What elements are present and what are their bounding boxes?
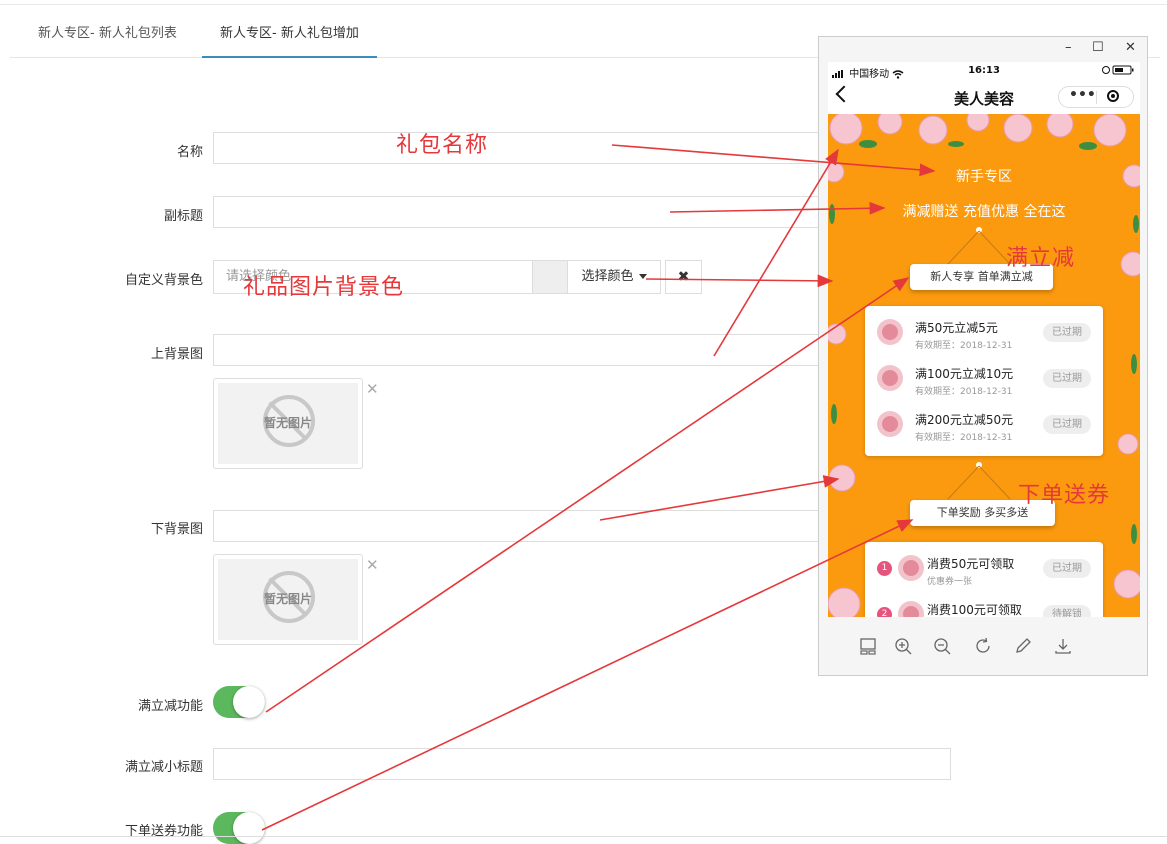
no-image-text: 暂无图片 — [263, 592, 312, 606]
coupon-item: 满200元立减50元 有效期至：2018-12-31 已过期 — [865, 402, 1103, 448]
coupon-expiry: 有效期至：2018-12-31 — [915, 341, 1013, 351]
download-icon[interactable] — [1054, 637, 1072, 655]
close-miniprogram-icon[interactable] — [1107, 90, 1119, 102]
full-reduce-subtitle-input[interactable] — [213, 748, 951, 780]
coupon-status-button[interactable]: 已过期 — [1043, 323, 1091, 342]
battery-icon — [1102, 65, 1134, 76]
toggle-knob — [233, 812, 265, 844]
color-swatch — [533, 260, 567, 294]
remove-bottom-bg-button[interactable]: ✕ — [366, 556, 379, 574]
coupon-icon — [877, 411, 903, 437]
toggle-knob — [233, 686, 265, 718]
order-coupon-toggle[interactable] — [213, 812, 265, 844]
coupon-title: 满200元立减50元 — [915, 413, 1014, 427]
thumb-placeholder: 暂无图片 — [218, 559, 358, 640]
coupon-item: 满50元立减5元 有效期至：2018-12-31 已过期 — [865, 310, 1103, 356]
phone-nav-bar: 美人美容 ••• — [828, 80, 1140, 114]
order-coupon-item: 1 消费50元可领取 优惠券一张 已过期 — [865, 546, 1103, 592]
full-reduce-subtitle-label: 满立减小标题 — [124, 760, 203, 775]
top-bg-label: 上背景图 — [150, 347, 203, 362]
coupon-status-button[interactable]: 已过期 — [1043, 415, 1091, 434]
coupon-icon — [898, 601, 924, 617]
no-image-text: 暂无图片 — [263, 416, 312, 430]
sign-string — [947, 462, 1011, 500]
coupon-index: 2 — [877, 607, 892, 617]
coupon-title: 消费50元可领取 — [927, 557, 1015, 571]
coupon-title: 满100元立减10元 — [915, 367, 1014, 381]
phone-heading: 新手专区 — [956, 169, 1012, 185]
coupon-icon — [877, 319, 903, 345]
coupon-expiry: 有效期至：2018-12-31 — [915, 387, 1013, 397]
order-coupon-card: 1 消费50元可领取 优惠券一张 已过期 2 消费100元可领取 待解锁 — [865, 542, 1103, 617]
coupon-item: 满100元立减10元 有效期至：2018-12-31 已过期 — [865, 356, 1103, 402]
bottom-bg-thumbnail: 暂无图片 — [213, 554, 363, 645]
fit-window-icon[interactable] — [859, 637, 877, 655]
coupon-title: 满50元立减5元 — [915, 321, 998, 335]
window-titlebar: – ☐ ✕ — [819, 37, 1147, 61]
thumb-placeholder: 暂无图片 — [218, 383, 358, 464]
coupon-icon — [877, 365, 903, 391]
bgcolor-label: 自定义背景色 — [124, 273, 203, 288]
order-coupon-item: 2 消费100元可领取 待解锁 — [865, 592, 1103, 617]
annotation-order-coupon: 下单送券 — [1018, 483, 1111, 508]
more-icon[interactable]: ••• — [1069, 87, 1096, 103]
bottom-bg-label: 下背景图 — [150, 522, 203, 537]
annotation-gift-name: 礼包名称 — [396, 133, 489, 158]
zoom-out-icon[interactable] — [933, 637, 951, 655]
coupon-status-button[interactable]: 已过期 — [1043, 369, 1091, 388]
maximize-icon[interactable]: ☐ — [1092, 40, 1104, 55]
rotate-icon[interactable] — [974, 637, 992, 655]
coupon-index: 1 — [877, 561, 892, 576]
coupon-status-button[interactable]: 待解锁 — [1043, 605, 1091, 617]
coupon-desc: 优惠券一张 — [927, 577, 973, 587]
close-icon[interactable]: ✕ — [1125, 40, 1136, 55]
full-reduce-label: 满立减功能 — [137, 699, 203, 714]
clear-color-button[interactable]: ✖ — [665, 260, 702, 294]
coupon-card: 满50元立减5元 有效期至：2018-12-31 已过期 满100元立减10元 … — [865, 306, 1103, 456]
annotation-gift-bgcolor: 礼品图片背景色 — [243, 275, 405, 300]
remove-top-bg-button[interactable]: ✕ — [366, 380, 379, 398]
pick-color-label: 选择颜色 — [581, 269, 634, 284]
phone-preview-window: – ☐ ✕ 中国移动 16:13 美人美容 ••• 新手专区 满减赠送 充值优惠… — [818, 36, 1148, 676]
bottom-divider — [0, 836, 1167, 837]
top-bg-thumbnail: 暂无图片 — [213, 378, 363, 469]
preview-toolbar — [828, 617, 1140, 675]
coupon-expiry: 有效期至：2018-12-31 — [915, 433, 1013, 443]
phone-status-bar: 中国移动 16:13 — [828, 62, 1140, 80]
status-time: 16:13 — [968, 65, 1000, 76]
tab-gift-list[interactable]: 新人专区- 新人礼包列表 — [20, 14, 195, 56]
minimize-icon[interactable]: – — [1065, 40, 1072, 55]
full-reduce-toggle[interactable] — [213, 686, 265, 718]
miniprogram-capsule: ••• — [1058, 86, 1134, 108]
phone-screen: 新手专区 满减赠送 充值优惠 全在这 新人专享 首单满立减 满50元立减5元 有… — [828, 114, 1140, 617]
capsule-divider — [1096, 91, 1097, 104]
phone-subheading: 满减赠送 充值优惠 全在这 — [902, 204, 1066, 220]
coupon-title: 消费100元可领取 — [927, 603, 1022, 617]
annotation-full-reduce: 满立减 — [1006, 246, 1076, 271]
subtitle-label: 副标题 — [163, 209, 203, 224]
coupon-icon — [898, 555, 924, 581]
name-label: 名称 — [176, 145, 203, 160]
edit-icon[interactable] — [1014, 637, 1032, 655]
tab-gift-add[interactable]: 新人专区- 新人礼包增加 — [202, 14, 377, 58]
coupon-status-button[interactable]: 已过期 — [1043, 559, 1091, 578]
pick-color-button[interactable]: 选择颜色 — [567, 260, 661, 294]
top-divider — [0, 4, 1167, 5]
caret-down-icon — [638, 274, 647, 279]
zoom-in-icon[interactable] — [894, 637, 912, 655]
